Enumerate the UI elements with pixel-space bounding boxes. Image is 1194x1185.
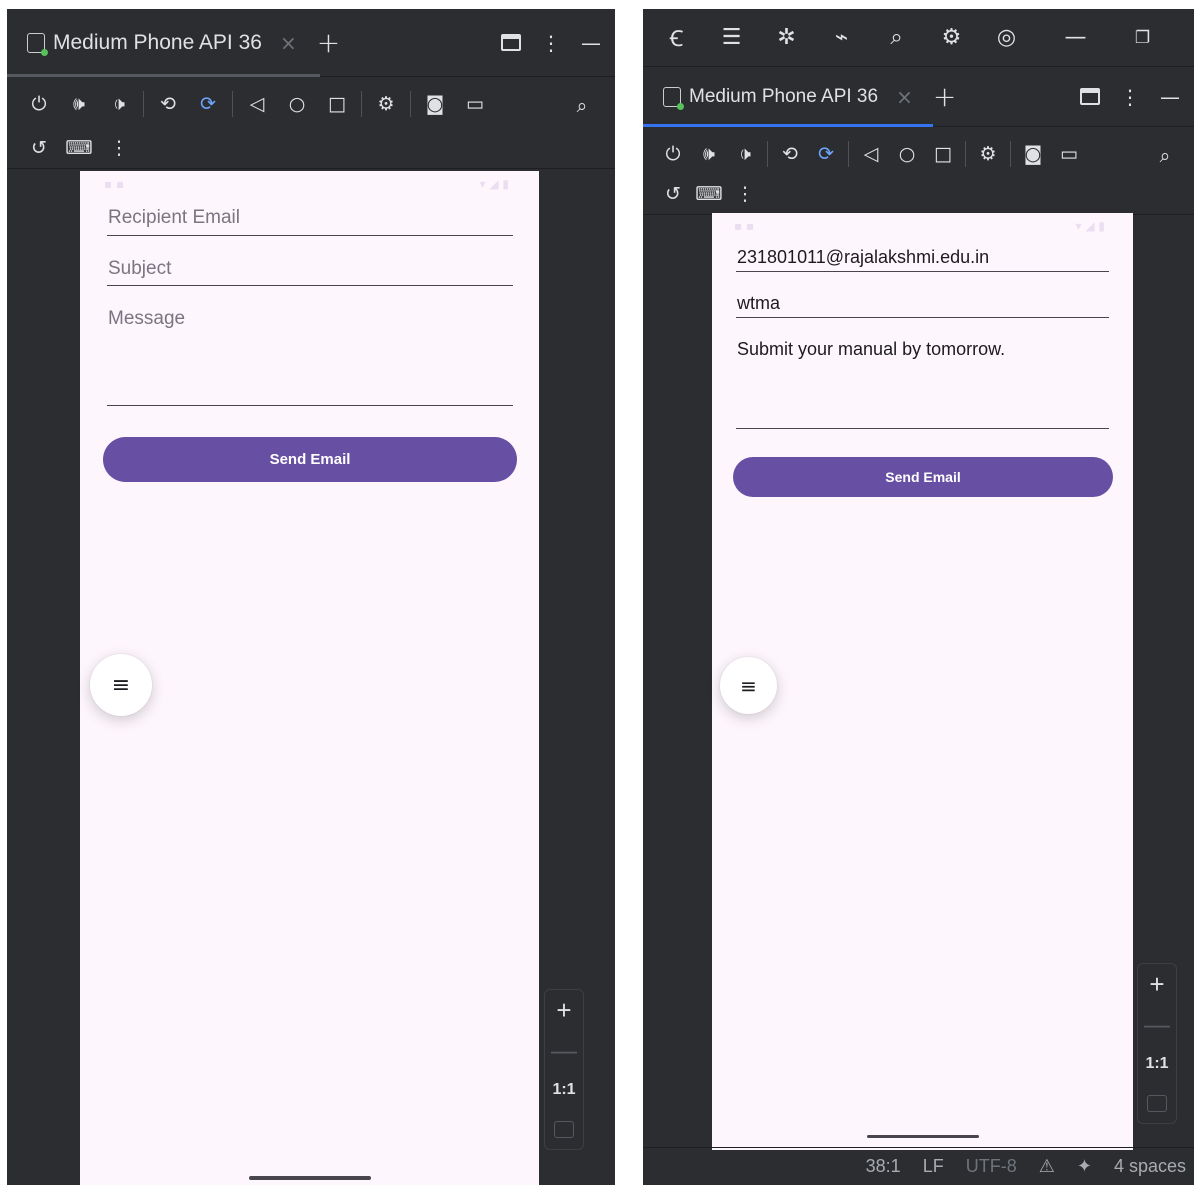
subject-field[interactable]: wtma bbox=[736, 293, 1109, 318]
device-phone-icon bbox=[27, 32, 48, 56]
overview-icon[interactable]: □ bbox=[317, 87, 357, 121]
device-settings-icon[interactable]: ⚙ bbox=[366, 87, 406, 121]
ai-assist-icon[interactable]: ✦ bbox=[1077, 1156, 1092, 1177]
volume-down-icon[interactable]: 🕩 bbox=[727, 137, 763, 171]
zoom-out-icon[interactable]: — bbox=[1138, 1004, 1176, 1044]
minimize-icon[interactable]: — bbox=[1160, 85, 1180, 109]
screenshot-icon[interactable]: ◙ bbox=[1015, 137, 1051, 171]
zoom-in-icon[interactable]: + bbox=[545, 990, 583, 1030]
menu-fab[interactable]: ≡ bbox=[720, 657, 777, 714]
more-options-icon[interactable]: ⋮ bbox=[541, 31, 561, 55]
record-icon[interactable]: ▭ bbox=[455, 87, 495, 121]
inspect-icon[interactable]: ⌕ bbox=[1148, 139, 1182, 173]
device-toolbar: ⏻ 🕪 🕩 ⟲ ⟳ ◁ ○ □ ⚙ ◙ ▭ ⌕ ↺ ⌨ ⋮ bbox=[7, 77, 615, 169]
home-icon[interactable]: ○ bbox=[889, 137, 925, 171]
back-icon[interactable]: ◁ bbox=[237, 87, 277, 121]
emulator-window-left: Medium Phone API 36 × + ⋮ — ⏻ 🕪 🕩 ⟲ ⟳ ◁ … bbox=[7, 9, 615, 1185]
back-icon[interactable]: ◁ bbox=[853, 137, 889, 171]
power-icon[interactable]: ⏻ bbox=[19, 87, 59, 121]
ide-status-bar: 38:1 LF UTF-8 ⚠ ✦ 4 spaces bbox=[643, 1147, 1194, 1185]
message-field[interactable]: Message bbox=[107, 308, 513, 406]
recipient-email-field[interactable]: Recipient Email bbox=[107, 207, 513, 236]
device-tab-title: Medium Phone API 36 bbox=[689, 85, 879, 107]
rotate-left-icon[interactable]: ⟲ bbox=[148, 87, 188, 121]
overview-icon[interactable]: □ bbox=[925, 137, 961, 171]
emulator-window-right: Ꞓ ☰ ✲ ⌁ ⌕ ⚙ ◎ — ❐ Medium Phone API 36 × … bbox=[643, 9, 1194, 1185]
minimize-window-icon[interactable]: — bbox=[1048, 9, 1103, 67]
volume-up-icon[interactable]: 🕪 bbox=[59, 87, 99, 121]
gesture-nav-bar[interactable] bbox=[249, 1176, 371, 1180]
send-email-button[interactable]: Send Email bbox=[733, 457, 1113, 497]
volume-up-icon[interactable]: 🕪 bbox=[691, 137, 727, 171]
file-encoding[interactable]: UTF-8 bbox=[966, 1156, 1017, 1177]
restore-window-icon[interactable]: ❐ bbox=[1115, 9, 1170, 67]
device-tab[interactable]: Medium Phone API 36 × + bbox=[7, 9, 340, 76]
keyboard-icon[interactable]: ⌨ bbox=[59, 131, 99, 165]
zoom-out-icon[interactable]: — bbox=[545, 1030, 583, 1070]
minimize-icon[interactable]: — bbox=[581, 31, 601, 55]
zoom-fit-icon[interactable] bbox=[554, 1121, 574, 1138]
rotate-right-icon[interactable]: ⟳ bbox=[188, 87, 228, 121]
profiler-icon[interactable]: ⌁ bbox=[814, 9, 869, 67]
zoom-fit-icon[interactable] bbox=[1147, 1095, 1167, 1112]
send-email-button[interactable]: Send Email bbox=[103, 437, 517, 482]
caret-position[interactable]: 38:1 bbox=[866, 1156, 901, 1177]
device-phone-icon bbox=[663, 86, 684, 110]
keyboard-icon[interactable]: ⌨ bbox=[691, 177, 727, 211]
translate-icon[interactable]: Ꞓ bbox=[649, 9, 704, 67]
toolbar-more-icon[interactable]: ⋮ bbox=[727, 177, 763, 211]
record-icon[interactable]: ▭ bbox=[1051, 137, 1087, 171]
search-icon[interactable]: ⌕ bbox=[869, 9, 924, 67]
reset-icon[interactable]: ↺ bbox=[655, 177, 691, 211]
subject-field[interactable]: Subject bbox=[107, 258, 513, 286]
menu-fab[interactable]: ≡ bbox=[90, 654, 152, 716]
window-mode-icon[interactable] bbox=[1080, 88, 1100, 105]
reset-icon[interactable]: ↺ bbox=[19, 131, 59, 165]
more-options-icon[interactable]: ⋮ bbox=[1120, 85, 1140, 109]
diff-icon[interactable]: ☰ bbox=[704, 9, 759, 67]
account-icon[interactable]: ◎ bbox=[979, 9, 1034, 67]
device-toolbar: ⏻ 🕪 🕩 ⟲ ⟳ ◁ ○ □ ⚙ ◙ ▭ ⌕ ↺ ⌨ ⋮ bbox=[643, 127, 1194, 215]
power-icon[interactable]: ⏻ bbox=[655, 137, 691, 171]
rotate-left-icon[interactable]: ⟲ bbox=[772, 137, 808, 171]
device-settings-icon[interactable]: ⚙ bbox=[970, 137, 1006, 171]
screenshot-icon[interactable]: ◙ bbox=[415, 87, 455, 121]
message-field[interactable]: Submit your manual by tomorrow. bbox=[736, 339, 1109, 429]
recipient-email-field[interactable]: 231801011@rajalakshmi.edu.in bbox=[736, 247, 1109, 272]
zoom-controls: + — 1:1 bbox=[1137, 963, 1177, 1124]
readonly-toggle-icon[interactable]: ⚠ bbox=[1039, 1156, 1055, 1177]
settings-icon[interactable]: ⚙ bbox=[924, 9, 979, 67]
device-tab[interactable]: Medium Phone API 36 × + bbox=[643, 67, 956, 126]
menu-icon: ≡ bbox=[111, 672, 131, 698]
close-tab-icon[interactable]: × bbox=[896, 85, 913, 109]
device-tab-bar: Medium Phone API 36 × + ⋮ — bbox=[643, 67, 1194, 127]
zoom-actual-size-button[interactable]: 1:1 bbox=[545, 1070, 583, 1110]
ide-tool-window-bar: Ꞓ ☰ ✲ ⌁ ⌕ ⚙ ◎ — ❐ bbox=[643, 9, 1194, 67]
home-icon[interactable]: ○ bbox=[277, 87, 317, 121]
indent-setting[interactable]: 4 spaces bbox=[1114, 1156, 1186, 1177]
zoom-actual-size-button[interactable]: 1:1 bbox=[1138, 1044, 1176, 1084]
inspect-icon[interactable]: ⌕ bbox=[565, 89, 599, 123]
device-tab-title: Medium Phone API 36 bbox=[53, 30, 262, 54]
device-tab-bar: Medium Phone API 36 × + ⋮ — bbox=[7, 9, 615, 77]
volume-down-icon[interactable]: 🕩 bbox=[99, 87, 139, 121]
window-mode-icon[interactable] bbox=[501, 34, 521, 51]
debug-icon[interactable]: ✲ bbox=[759, 9, 814, 67]
rotate-right-icon[interactable]: ⟳ bbox=[808, 137, 844, 171]
close-tab-icon[interactable]: × bbox=[280, 31, 297, 55]
zoom-controls: + — 1:1 bbox=[544, 989, 584, 1150]
zoom-in-icon[interactable]: + bbox=[1138, 964, 1176, 1004]
add-tab-icon[interactable]: + bbox=[933, 80, 956, 113]
add-tab-icon[interactable]: + bbox=[317, 26, 340, 59]
gesture-nav-bar[interactable] bbox=[867, 1135, 979, 1138]
line-ending[interactable]: LF bbox=[923, 1156, 944, 1177]
menu-icon: ≡ bbox=[740, 673, 757, 698]
toolbar-more-icon[interactable]: ⋮ bbox=[99, 131, 139, 165]
